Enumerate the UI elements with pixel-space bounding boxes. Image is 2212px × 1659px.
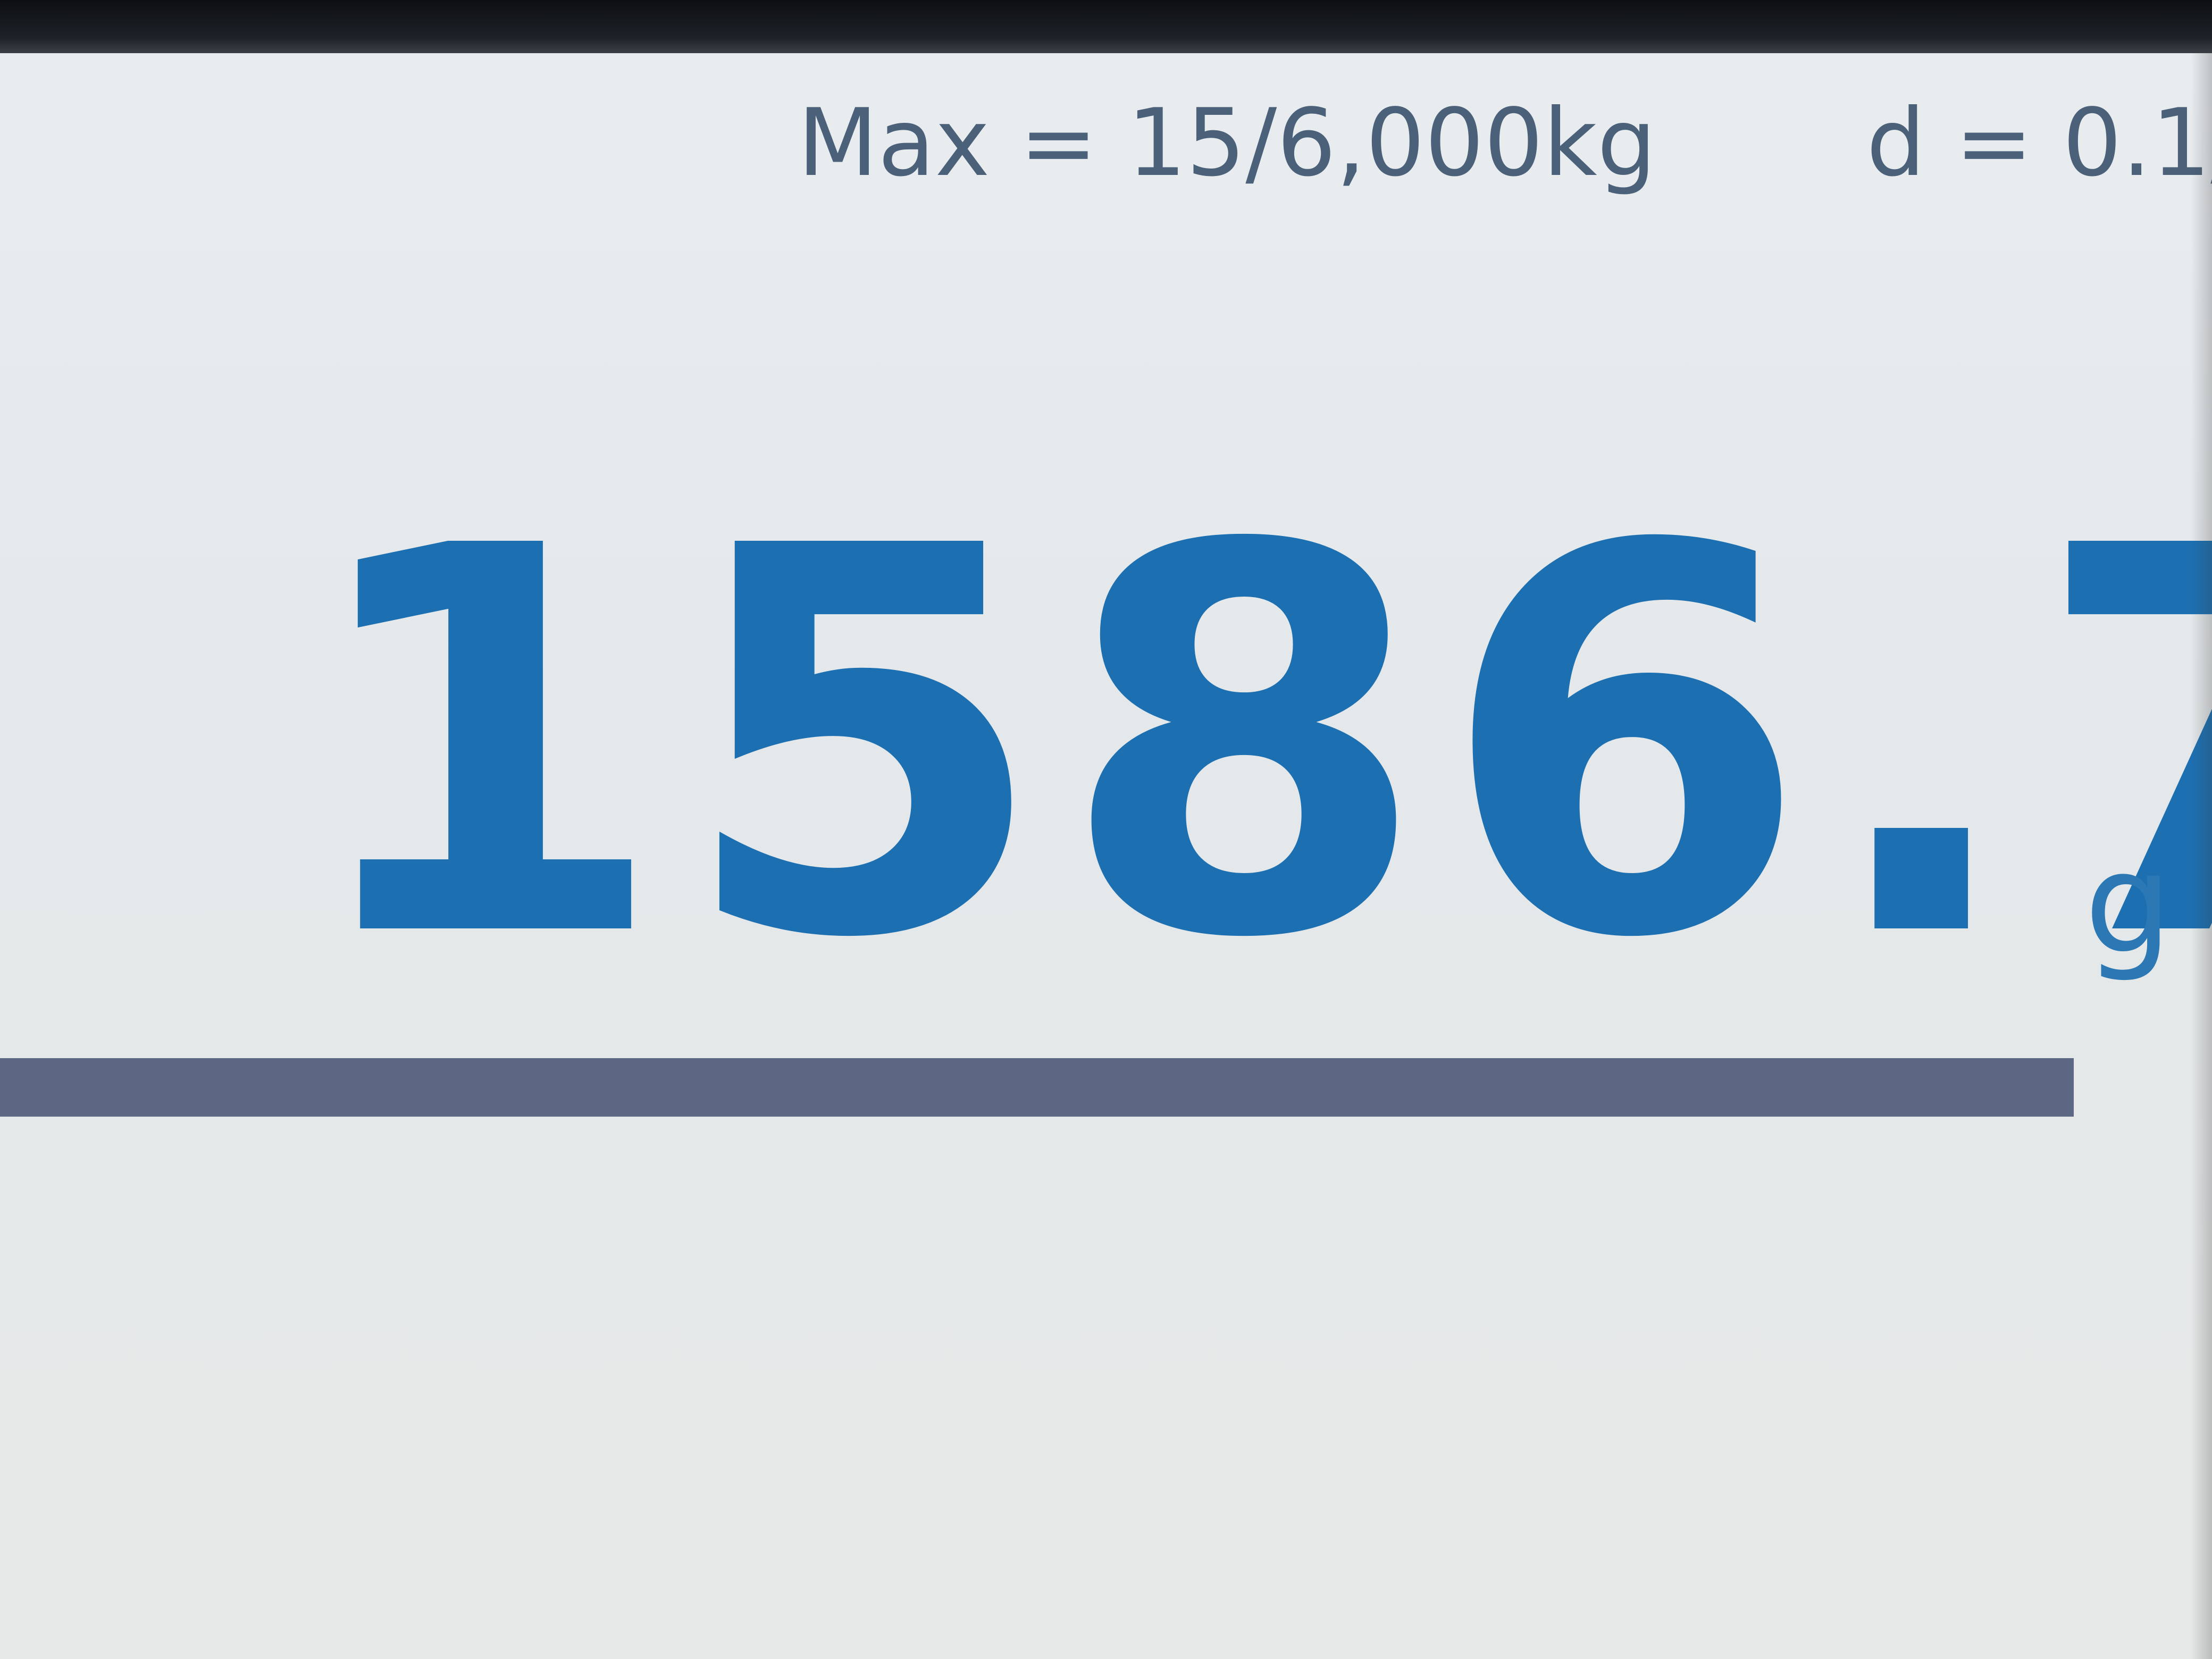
scale-specs: Max = 15/6,000kg d = 0.1/ <box>787 80 2212 207</box>
scale-display-screen: Max = 15/6,000kg d = 0.1/ 1586.7 g <box>0 0 2212 1659</box>
screen-edge-shadow <box>2191 53 2212 1659</box>
weight-unit: g <box>2084 824 2173 984</box>
display-bezel <box>0 0 2212 53</box>
division-label: d = 0.1/ <box>1866 89 2212 197</box>
reading-divider <box>0 1058 2074 1117</box>
weight-value: 1586.7 <box>298 435 2212 1054</box>
weight-reading: 1586.7 g <box>298 479 2212 1010</box>
max-capacity-label: Max = 15/6,000kg <box>798 89 1656 197</box>
